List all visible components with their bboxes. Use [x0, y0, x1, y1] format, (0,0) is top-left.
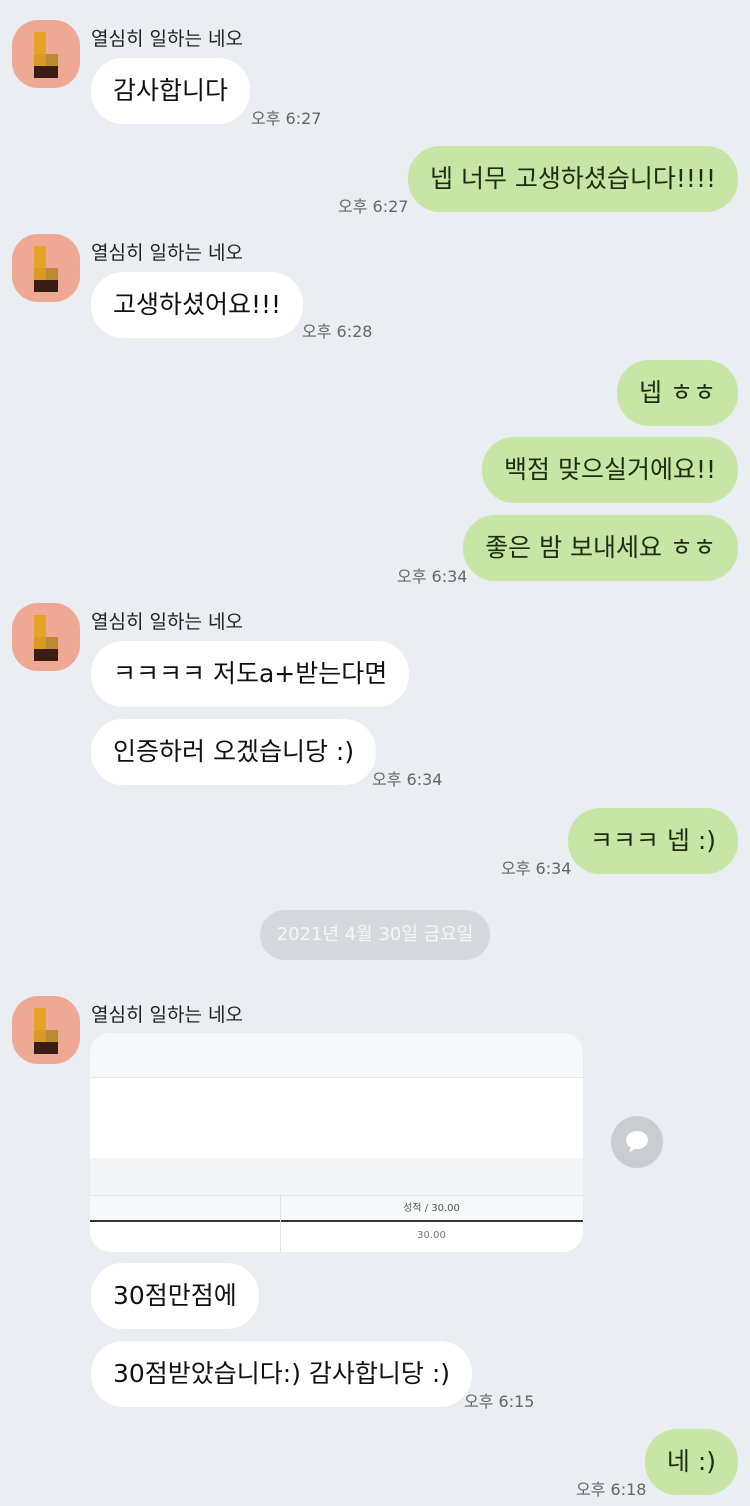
message-bubble[interactable]: 인증하러 오겠습니당 :): [91, 719, 377, 785]
sender-name: 열심히 일하는 네오: [91, 1004, 243, 1026]
sender-avatar[interactable]: [12, 603, 80, 671]
date-divider: 2021년 4월 30일 금요일: [260, 910, 490, 960]
sender-avatar[interactable]: [12, 20, 80, 88]
card-blank-area: [90, 1078, 583, 1158]
message-bubble[interactable]: 30점만점에: [91, 1263, 259, 1329]
share-button[interactable]: [611, 1116, 663, 1168]
message-time: 오후 6:27: [338, 197, 409, 216]
message-bubble[interactable]: 넵 너무 고생하셨습니다!!!!: [408, 146, 738, 212]
message-bubble[interactable]: 넵 ㅎㅎ: [617, 360, 738, 426]
card-top-band: [90, 1033, 583, 1078]
speech-bubble-icon: [626, 1131, 648, 1153]
message-time: 오후 6:34: [372, 770, 443, 789]
message-time: 오후 6:34: [501, 859, 572, 878]
sender-name: 열심히 일하는 네오: [91, 611, 243, 633]
score-header: 성적 / 30.00: [403, 1203, 460, 1214]
sender-name: 열심히 일하는 네오: [91, 28, 243, 50]
score-screenshot-card[interactable]: 성적 / 30.00 30.00: [90, 1033, 583, 1252]
message-time: 오후 6:15: [464, 1392, 535, 1411]
sender-avatar[interactable]: [12, 996, 80, 1064]
message-time: 오후 6:18: [576, 1480, 647, 1499]
card-gray-band: [90, 1158, 583, 1195]
message-bubble[interactable]: 30점받았습니다:) 감사합니당 :): [91, 1341, 473, 1407]
message-time: 오후 6:27: [251, 109, 322, 128]
message-time: 오후 6:34: [397, 567, 468, 586]
message-time: 오후 6:28: [302, 322, 373, 341]
message-bubble[interactable]: ㅋㅋㅋㅋ 저도a+받는다면: [91, 641, 410, 707]
message-bubble[interactable]: ㅋㅋㅋ 넵 :): [567, 808, 738, 874]
sender-avatar[interactable]: [12, 234, 80, 302]
score-value: 30.00: [417, 1230, 446, 1241]
message-bubble[interactable]: 백점 맞으실거에요!!: [482, 437, 738, 503]
message-bubble[interactable]: 네 :): [644, 1429, 738, 1495]
message-bubble[interactable]: 고생하셨어요!!!: [91, 272, 304, 338]
message-bubble[interactable]: 좋은 밤 보내세요 ㅎㅎ: [463, 515, 738, 581]
sender-name: 열심히 일하는 네오: [91, 242, 243, 264]
message-bubble[interactable]: 감사합니다: [91, 58, 251, 124]
